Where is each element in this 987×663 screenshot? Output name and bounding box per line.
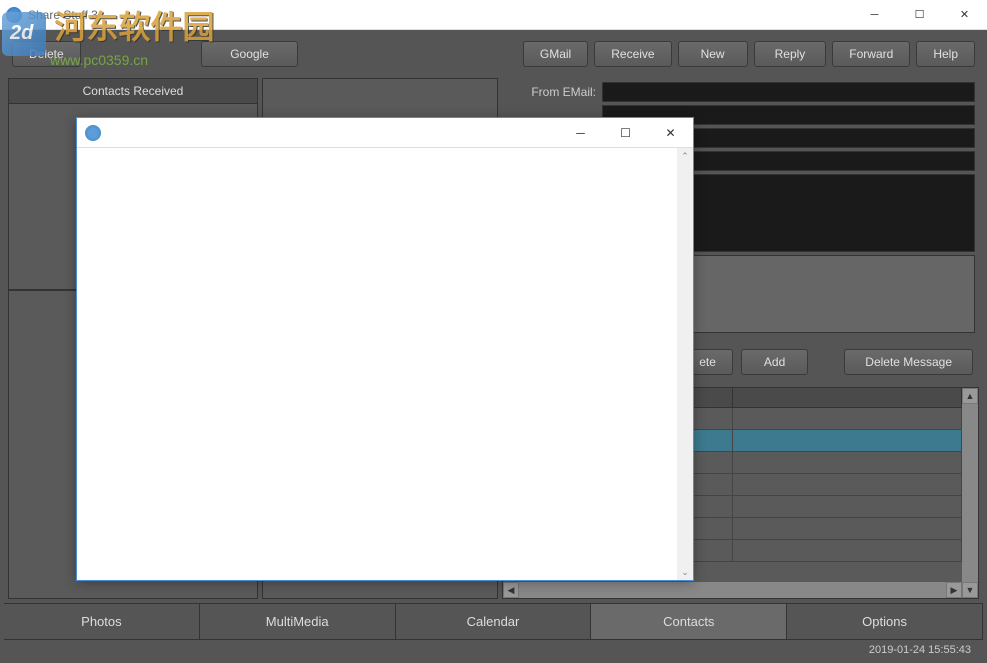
modal-scrollbar[interactable]: ⌃ ⌄: [677, 148, 693, 580]
scroll-up-icon[interactable]: ▲: [962, 388, 978, 404]
main-window: Share Stuff 3 ─ ☐ ✕ Delete Google GMail …: [0, 0, 987, 663]
tab-options[interactable]: Options: [787, 604, 983, 639]
toolbar-right: GMail Receive New Reply Forward Help: [523, 41, 975, 67]
help-button[interactable]: Help: [916, 41, 975, 67]
maximize-button[interactable]: ☐: [897, 0, 942, 30]
from-email-label: From EMail:: [506, 85, 596, 99]
modal-body[interactable]: ⌃ ⌄: [77, 148, 693, 580]
titlebar: Share Stuff 3 ─ ☐ ✕: [0, 0, 987, 30]
tab-contacts[interactable]: Contacts: [591, 604, 787, 639]
scroll-up-icon[interactable]: ⌃: [677, 148, 693, 164]
scroll-left-icon[interactable]: ◀: [503, 582, 519, 598]
forward-button[interactable]: Forward: [832, 41, 910, 67]
grid-horizontal-scrollbar[interactable]: ◀ ▶ ▼: [503, 582, 978, 598]
contacts-received-header: Contacts Received: [8, 78, 258, 104]
modal-titlebar[interactable]: ─ ☐ ✕: [77, 118, 693, 148]
new-button[interactable]: New: [678, 41, 748, 67]
delete-message-button[interactable]: Delete Message: [844, 349, 973, 375]
delete-button[interactable]: Delete: [12, 41, 81, 67]
grid-col-2[interactable]: [733, 388, 963, 407]
window-controls: ─ ☐ ✕: [852, 0, 987, 30]
modal-globe-icon: [85, 125, 101, 141]
from-email-row: From EMail:: [506, 82, 975, 102]
minimize-button[interactable]: ─: [852, 0, 897, 30]
tab-calendar[interactable]: Calendar: [396, 604, 592, 639]
reply-button[interactable]: Reply: [754, 41, 827, 67]
modal-window: ─ ☐ ✕ ⌃ ⌄: [76, 117, 694, 581]
tab-photos[interactable]: Photos: [4, 604, 200, 639]
add-button[interactable]: Add: [741, 349, 808, 375]
tab-multimedia[interactable]: MultiMedia: [200, 604, 396, 639]
from-email-input[interactable]: [602, 82, 975, 102]
modal-close-button[interactable]: ✕: [648, 118, 693, 148]
status-bar: 2019-01-24 15:55:43: [4, 639, 983, 659]
status-timestamp: 2019-01-24 15:55:43: [869, 644, 971, 656]
modal-minimize-button[interactable]: ─: [558, 118, 603, 148]
bottom-tabs: Photos MultiMedia Calendar Contacts Opti…: [4, 603, 983, 639]
scroll-down-icon[interactable]: ⌄: [677, 564, 693, 580]
modal-maximize-button[interactable]: ☐: [603, 118, 648, 148]
scroll-right-icon[interactable]: ▶: [946, 582, 962, 598]
scroll-down-icon[interactable]: ▼: [962, 582, 978, 598]
window-title: Share Stuff 3: [28, 8, 852, 22]
toolbar: Delete Google GMail Receive New Reply Fo…: [4, 34, 983, 74]
close-button[interactable]: ✕: [942, 0, 987, 30]
gmail-button[interactable]: GMail: [523, 41, 588, 67]
google-button[interactable]: Google: [201, 41, 298, 67]
app-icon: [6, 7, 22, 23]
receive-button[interactable]: Receive: [594, 41, 671, 67]
grid-vertical-scrollbar[interactable]: ▲: [962, 388, 978, 582]
